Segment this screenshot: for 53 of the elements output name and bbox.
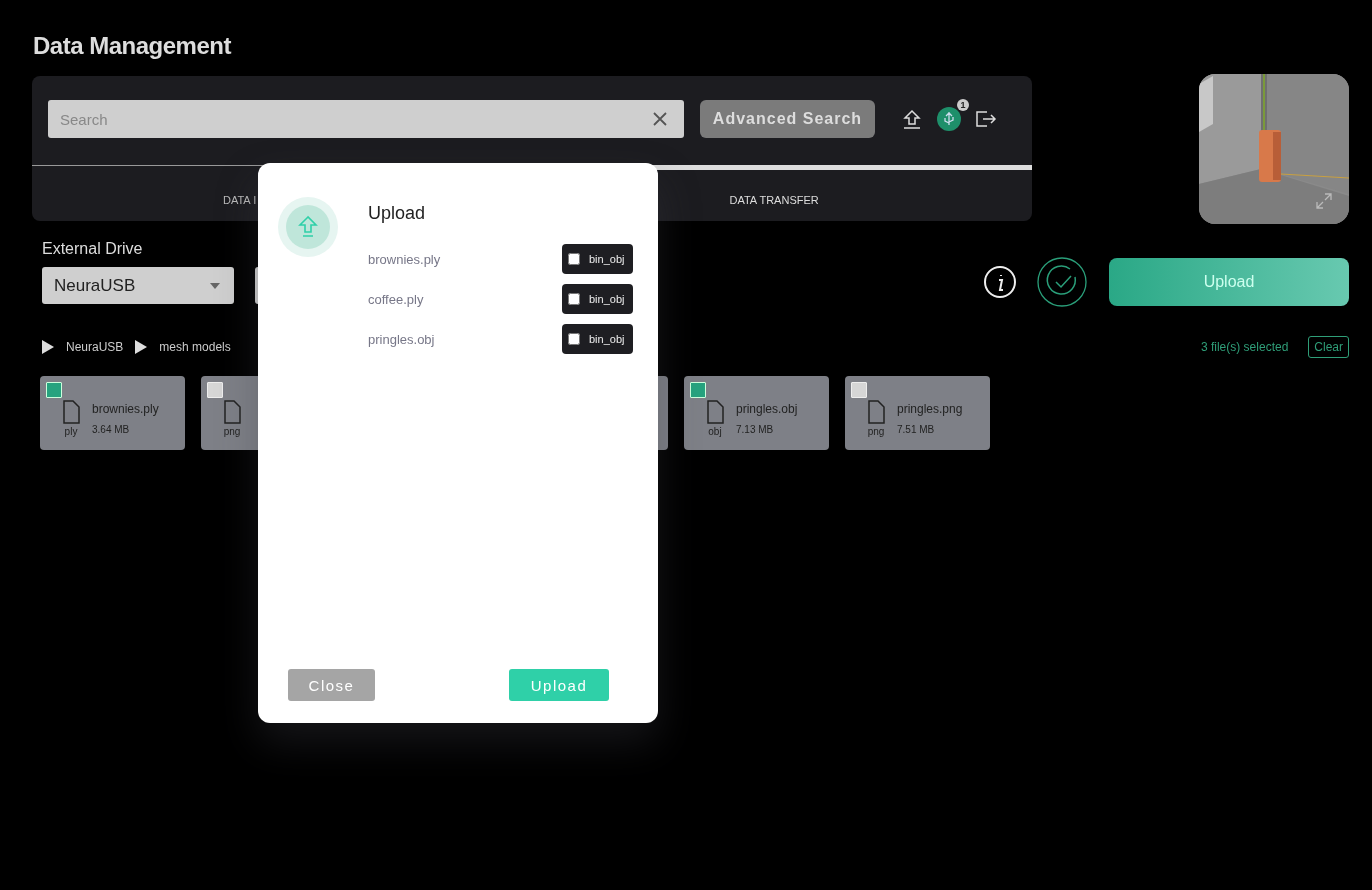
close-icon[interactable] (653, 112, 667, 126)
file-icon (867, 400, 885, 424)
field-label: External Drive (42, 240, 144, 258)
tag-label: bin_obj (589, 253, 625, 265)
checkbox[interactable] (568, 333, 580, 345)
usb-icon[interactable] (937, 107, 961, 131)
clear-button[interactable]: Clear (1308, 336, 1349, 358)
dialog-title: Upload (368, 202, 426, 225)
file-name: pringles.obj (368, 331, 435, 347)
upload-icon[interactable] (901, 108, 923, 130)
upload-icon (278, 197, 338, 257)
file-size: 3.64 MB (92, 424, 131, 435)
file-size: 7.51 MB (897, 424, 936, 435)
file-name: pringles.obj (736, 402, 798, 416)
file-name: pringles.png (897, 402, 963, 416)
file-icon (223, 400, 241, 424)
file-extension: png (867, 426, 885, 437)
breadcrumb-item[interactable]: NeuraUSB (66, 340, 124, 354)
file-icon (706, 400, 724, 424)
file-size: 7.13 MB (736, 424, 775, 435)
tag-label: bin_obj (589, 333, 625, 345)
file-name: brownies.ply (368, 251, 441, 267)
breadcrumb-item[interactable]: mesh models (159, 340, 231, 354)
selection-count: 3 file(s) selected (1200, 340, 1289, 354)
checkbox[interactable] (568, 293, 580, 305)
checkbox[interactable] (851, 382, 867, 398)
advanced-search-button[interactable]: Advanced Search (700, 100, 875, 138)
drive-dropdown[interactable]: NeuraUSB (42, 267, 234, 304)
close-button[interactable]: Close (288, 669, 375, 701)
upload-button[interactable]: Upload (1109, 258, 1349, 306)
check-circle-icon[interactable] (1037, 257, 1087, 307)
file-card[interactable]: ply brownies.ply 3.64 MB (40, 376, 185, 450)
file-extension: ply (64, 426, 78, 437)
checkbox[interactable] (46, 382, 62, 398)
checkbox[interactable] (568, 253, 580, 265)
logout-icon[interactable] (975, 109, 997, 129)
caret-icon (210, 282, 220, 289)
checkbox[interactable] (207, 382, 223, 398)
info-icon[interactable] (983, 265, 1017, 299)
file-card[interactable]: obj pringles.obj 7.13 MB (684, 376, 829, 450)
file-card[interactable]: png pringles.png 7.51 MB (845, 376, 990, 450)
file-name: coffee.ply (368, 291, 424, 307)
file-extension: obj (708, 426, 722, 437)
file-extension: png (223, 426, 241, 437)
play-icon (135, 340, 148, 354)
checkbox[interactable] (690, 382, 706, 398)
page-title: Data Management (33, 31, 233, 61)
file-icon (62, 400, 80, 424)
notification-badge: 1 (957, 99, 969, 111)
tag-label: bin_obj (589, 293, 625, 305)
file-name: brownies.ply (92, 402, 159, 416)
play-icon (42, 340, 54, 354)
search-field[interactable]: Search (48, 100, 684, 138)
